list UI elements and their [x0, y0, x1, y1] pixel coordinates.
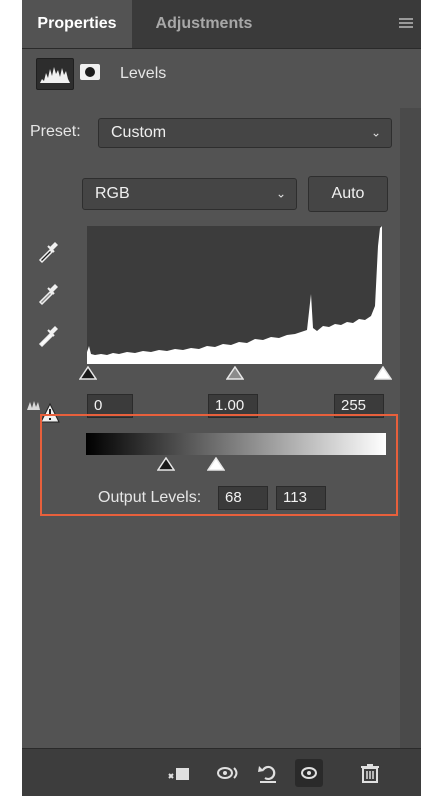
chevron-down-icon: ⌄: [275, 186, 286, 201]
black-point-eyedropper-icon[interactable]: [36, 238, 60, 264]
input-gamma-slider[interactable]: [226, 366, 244, 380]
preset-label: Preset:: [30, 123, 81, 140]
chevron-down-icon: ⌄: [370, 125, 381, 140]
bottom-toolbar: [22, 748, 421, 796]
auto-button[interactable]: Auto: [308, 176, 388, 212]
scrollbar[interactable]: [400, 108, 421, 748]
output-levels-label: Output Levels:: [98, 489, 202, 506]
preset-dropdown[interactable]: Custom ⌄: [98, 118, 392, 148]
preset-value: Custom: [111, 124, 167, 141]
histogram: [87, 226, 382, 364]
histogram-thumbnail-icon[interactable]: [36, 58, 74, 90]
reset-icon[interactable]: [254, 759, 282, 787]
input-white-slider[interactable]: [374, 366, 392, 380]
white-point-eyedropper-icon[interactable]: [36, 322, 60, 348]
adjustment-title: Levels: [120, 65, 167, 82]
output-gradient-bar: [86, 433, 386, 455]
clip-to-layer-icon[interactable]: [164, 759, 192, 787]
tab-adjustments[interactable]: Adjustments: [134, 0, 274, 48]
delete-icon[interactable]: [356, 759, 384, 787]
tab-bar: Properties Adjustments: [22, 0, 421, 49]
toggle-visibility-icon[interactable]: [295, 759, 323, 787]
gray-point-eyedropper-icon[interactable]: [36, 280, 60, 306]
menu-icon[interactable]: [399, 18, 413, 28]
input-black-slider[interactable]: [79, 366, 97, 380]
output-white-slider[interactable]: [207, 457, 225, 471]
mask-icon[interactable]: [80, 64, 100, 80]
channel-value: RGB: [95, 185, 130, 202]
tab-properties[interactable]: Properties: [22, 0, 132, 48]
adjustment-header: Levels: [22, 48, 421, 100]
output-black-field[interactable]: 68: [218, 486, 268, 510]
output-white-field[interactable]: 113: [276, 486, 326, 510]
properties-panel: Properties Adjustments Levels Preset: Cu…: [22, 0, 421, 796]
channel-dropdown[interactable]: RGB ⌄: [82, 178, 297, 210]
output-black-slider[interactable]: [157, 457, 175, 471]
view-previous-state-icon[interactable]: [214, 759, 242, 787]
